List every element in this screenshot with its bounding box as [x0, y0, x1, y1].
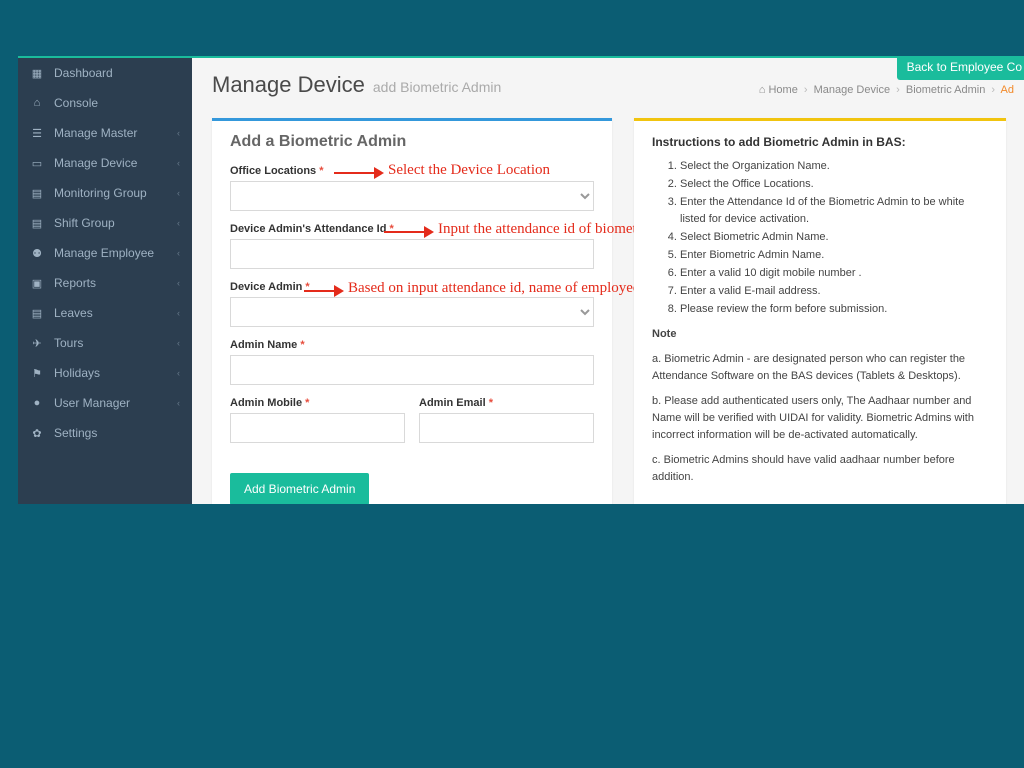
instruction-item: Enter a valid E-mail address. — [680, 283, 988, 300]
sidebar-item-label: Manage Employee — [54, 246, 154, 260]
sidebar: ▦ Dashboard ⌂ Console ☰ Manage Master ‹ … — [18, 58, 192, 504]
instruction-item: Enter a valid 10 digit mobile number . — [680, 265, 988, 282]
gear-icon: ✿ — [30, 427, 44, 440]
page-title: Manage Device — [212, 72, 365, 98]
sidebar-item-label: Manage Device — [54, 156, 137, 170]
sidebar-item-label: Monitoring Group — [54, 186, 147, 200]
user-icon: ● — [30, 397, 44, 409]
chevron-left-icon: ‹ — [177, 158, 180, 168]
sidebar-item-label: Settings — [54, 426, 97, 440]
page-subtitle: add Biometric Admin — [373, 79, 501, 95]
breadcrumb-item[interactable]: Biometric Admin — [906, 84, 985, 96]
instruction-note: b. Please add authenticated users only, … — [652, 393, 988, 444]
instructions-title: Instructions to add Biometric Admin in B… — [652, 133, 988, 152]
sidebar-item-label: Holidays — [54, 366, 100, 380]
sidebar-item-label: Console — [54, 96, 98, 110]
flag-icon: ⚑ — [30, 367, 44, 380]
admin-mobile-label: Admin Mobile * — [230, 397, 405, 409]
admin-email-label: Admin Email * — [419, 397, 594, 409]
chevron-left-icon: ‹ — [177, 248, 180, 258]
chevron-left-icon: ‹ — [177, 368, 180, 378]
sidebar-item-label: Manage Master — [54, 126, 137, 140]
chevron-left-icon: ‹ — [177, 338, 180, 348]
calendar-icon: ▤ — [30, 187, 44, 200]
sidebar-item-holidays[interactable]: ⚑ Holidays ‹ — [18, 358, 192, 388]
breadcrumb-item[interactable]: Home — [768, 84, 797, 96]
instruction-item: Enter the Attendance Id of the Biometric… — [680, 194, 988, 228]
attendance-id-label: Device Admin's Attendance Id * — [230, 223, 594, 235]
breadcrumb: ⌂ Home › Manage Device › Biometric Admin… — [759, 84, 1014, 96]
add-biometric-admin-button[interactable]: Add Biometric Admin — [230, 473, 369, 504]
sidebar-item-manage-device[interactable]: ▭ Manage Device ‹ — [18, 148, 192, 178]
admin-email-input[interactable] — [419, 413, 594, 443]
instruction-item: Select the Office Locations. — [680, 176, 988, 193]
instruction-note: c. Biometric Admins should have valid aa… — [652, 452, 988, 486]
chevron-left-icon: ‹ — [177, 128, 180, 138]
dashboard-icon: ▦ — [30, 67, 44, 80]
device-admin-label: Device Admin * — [230, 281, 594, 293]
device-admin-select[interactable] — [230, 297, 594, 327]
chevron-left-icon: ‹ — [177, 188, 180, 198]
breadcrumb-item[interactable]: Manage Device — [814, 84, 890, 96]
sidebar-item-leaves[interactable]: ▤ Leaves ‹ — [18, 298, 192, 328]
users-icon: ⚉ — [30, 247, 44, 260]
sidebar-item-shift-group[interactable]: ▤ Shift Group ‹ — [18, 208, 192, 238]
instruction-item: Select the Organization Name. — [680, 158, 988, 175]
back-to-employee-button[interactable]: Back to Employee Co — [897, 56, 1024, 80]
office-locations-select[interactable] — [230, 181, 594, 211]
attendance-id-input[interactable] — [230, 239, 594, 269]
sidebar-item-label: Leaves — [54, 306, 93, 320]
sidebar-item-label: Shift Group — [54, 216, 115, 230]
sidebar-item-label: Reports — [54, 276, 96, 290]
sidebar-item-dashboard[interactable]: ▦ Dashboard — [18, 58, 192, 88]
admin-mobile-input[interactable] — [230, 413, 405, 443]
sidebar-item-user-manager[interactable]: ● User Manager ‹ — [18, 388, 192, 418]
office-locations-label: Office Locations * — [230, 165, 594, 177]
plane-icon: ✈ — [30, 337, 44, 350]
add-biometric-admin-panel: Add a Biometric Admin Office Locations *… — [212, 118, 612, 504]
instruction-item: Enter Biometric Admin Name. — [680, 247, 988, 264]
chevron-left-icon: ‹ — [177, 218, 180, 228]
sidebar-item-label: Dashboard — [54, 66, 113, 80]
breadcrumb-item-current: Ad — [1001, 84, 1014, 96]
sidebar-item-settings[interactable]: ✿ Settings — [18, 418, 192, 448]
instruction-item: Please review the form before submission… — [680, 301, 988, 318]
instruction-item: Select Biometric Admin Name. — [680, 229, 988, 246]
sidebar-item-label: User Manager — [54, 396, 130, 410]
sidebar-item-label: Tours — [54, 336, 83, 350]
admin-name-label: Admin Name * — [230, 339, 594, 351]
panel-title: Add a Biometric Admin — [230, 133, 594, 151]
calendar-icon: ▤ — [30, 307, 44, 320]
sidebar-item-console[interactable]: ⌂ Console — [18, 88, 192, 118]
sidebar-item-reports[interactable]: ▣ Reports ‹ — [18, 268, 192, 298]
chevron-left-icon: ‹ — [177, 398, 180, 408]
briefcase-icon: ▣ — [30, 277, 44, 290]
sliders-icon: ☰ — [30, 127, 44, 140]
sidebar-item-tours[interactable]: ✈ Tours ‹ — [18, 328, 192, 358]
sidebar-item-manage-master[interactable]: ☰ Manage Master ‹ — [18, 118, 192, 148]
home-icon: ⌂ — [30, 97, 44, 109]
home-icon: ⌂ — [759, 84, 766, 96]
chevron-left-icon: ‹ — [177, 278, 180, 288]
note-label: Note — [652, 328, 676, 340]
admin-name-input[interactable] — [230, 355, 594, 385]
sidebar-item-monitoring-group[interactable]: ▤ Monitoring Group ‹ — [18, 178, 192, 208]
laptop-icon: ▭ — [30, 157, 44, 170]
sidebar-item-manage-employee[interactable]: ⚉ Manage Employee ‹ — [18, 238, 192, 268]
instructions-panel: Instructions to add Biometric Admin in B… — [634, 118, 1006, 504]
instruction-note: a. Biometric Admin - are designated pers… — [652, 351, 988, 385]
calendar-icon: ▤ — [30, 217, 44, 230]
chevron-left-icon: ‹ — [177, 308, 180, 318]
